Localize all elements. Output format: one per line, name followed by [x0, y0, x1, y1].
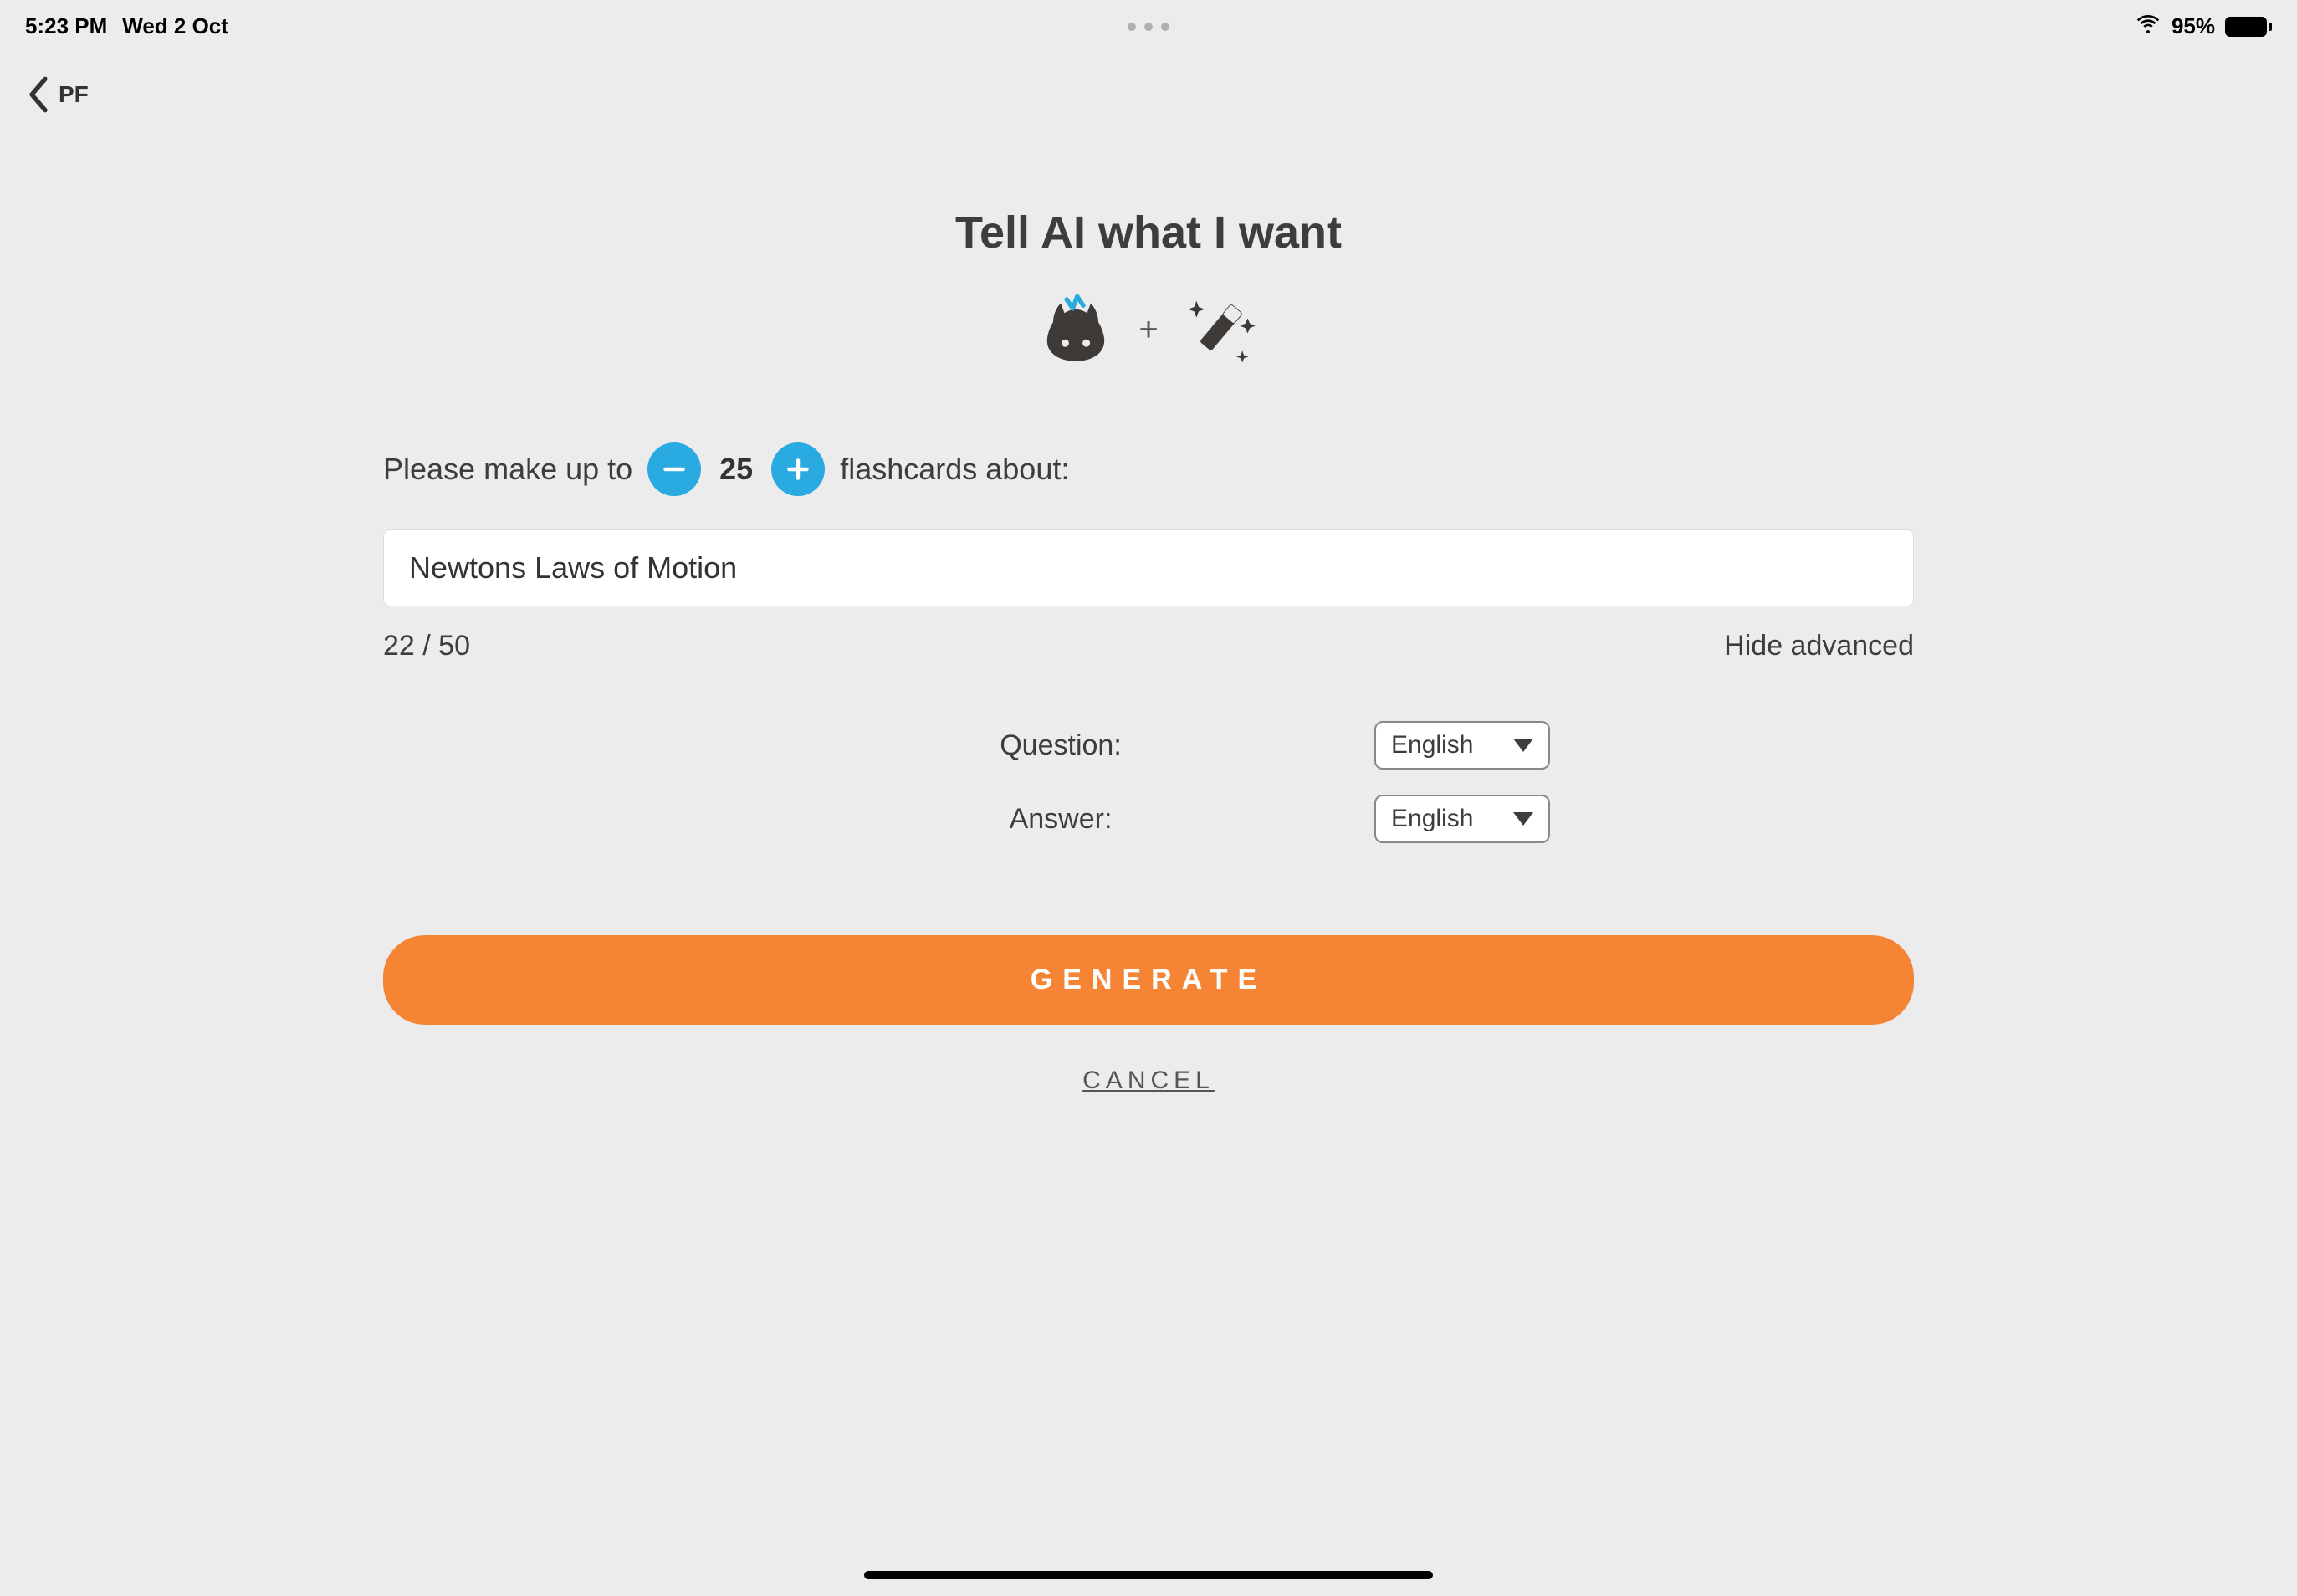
back-button[interactable]: PF	[25, 74, 89, 115]
count-prefix: Please make up to	[383, 452, 632, 487]
question-lang-value: English	[1391, 731, 1473, 760]
count-suffix: flashcards about:	[840, 452, 1069, 487]
page-title: Tell AI what I want	[383, 207, 1914, 258]
answer-lang-value: English	[1391, 805, 1473, 833]
plus-separator: +	[1138, 311, 1158, 349]
magic-wand-icon	[1184, 292, 1259, 367]
input-meta-row: 22 / 50 Hide advanced	[383, 630, 1914, 662]
battery-percentage: 95%	[2172, 13, 2215, 39]
mascot-icon	[1038, 292, 1113, 367]
wifi-icon	[2135, 10, 2161, 43]
char-counter: 22 / 50	[383, 630, 470, 662]
main-content: Tell AI what I want + Please make up to …	[383, 140, 1914, 1095]
question-label: Question:	[747, 729, 1374, 762]
nav-bar: PF	[0, 49, 2297, 140]
chevron-down-icon	[1513, 739, 1533, 752]
answer-lang-select[interactable]: English	[1374, 795, 1550, 843]
plus-icon	[783, 454, 813, 484]
status-bar: 5:23 PM Wed 2 Oct 95%	[0, 0, 2297, 49]
language-section: Question: English Answer: English	[747, 721, 1550, 843]
multitask-dots-icon[interactable]	[1128, 23, 1169, 31]
answer-label: Answer:	[747, 803, 1374, 836]
decrement-button[interactable]	[647, 442, 701, 496]
icon-row: +	[383, 292, 1914, 367]
count-row: Please make up to 25 flashcards about:	[383, 442, 1914, 496]
status-right: 95%	[2135, 10, 2272, 43]
cancel-link[interactable]: CANCEL	[383, 1067, 1914, 1095]
battery-icon	[2225, 17, 2272, 37]
increment-button[interactable]	[771, 442, 825, 496]
generate-button[interactable]: GENERATE	[383, 935, 1914, 1025]
question-lang-row: Question: English	[747, 721, 1550, 770]
question-lang-select[interactable]: English	[1374, 721, 1550, 770]
back-label: PF	[59, 81, 89, 108]
hide-advanced-toggle[interactable]: Hide advanced	[1724, 630, 1914, 662]
minus-icon	[659, 454, 689, 484]
status-date: Wed 2 Oct	[122, 13, 228, 39]
count-value: 25	[716, 452, 756, 487]
status-time: 5:23 PM	[25, 13, 107, 39]
chevron-down-icon	[1513, 812, 1533, 826]
status-left: 5:23 PM Wed 2 Oct	[25, 13, 228, 39]
chevron-left-icon	[25, 74, 52, 115]
home-indicator[interactable]	[864, 1571, 1433, 1579]
topic-input[interactable]	[383, 529, 1914, 606]
answer-lang-row: Answer: English	[747, 795, 1550, 843]
